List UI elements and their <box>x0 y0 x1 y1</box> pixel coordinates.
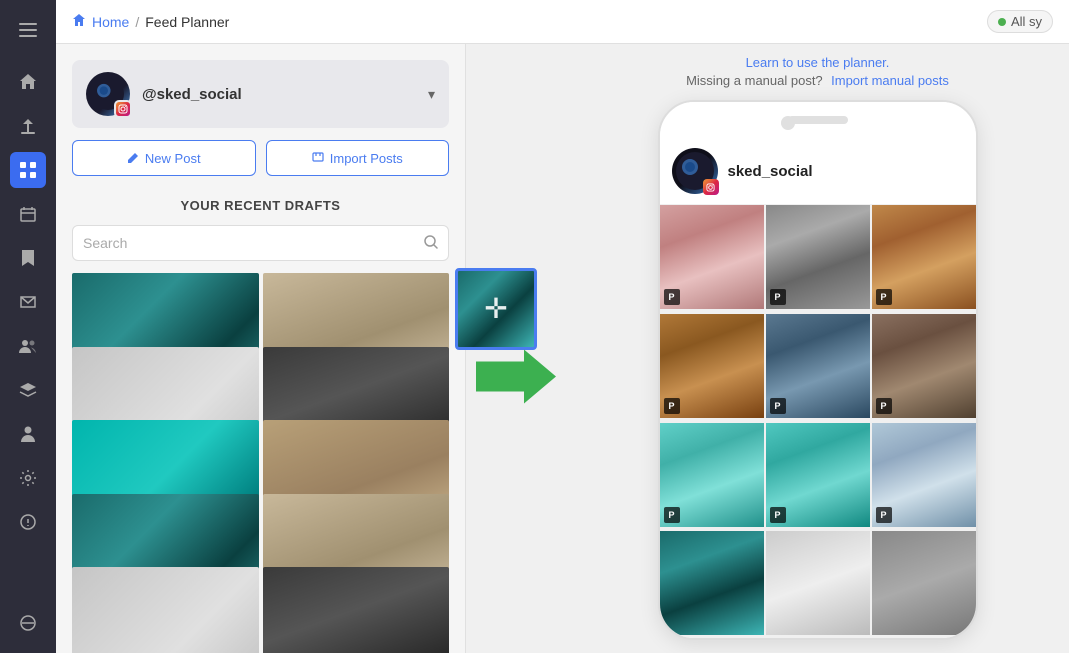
breadcrumb-current: Feed Planner <box>145 14 229 30</box>
p-badge: P <box>664 289 680 305</box>
p-badge: P <box>876 289 892 305</box>
main-area: Home / Feed Planner All sy <box>56 0 1069 653</box>
draft-item[interactable] <box>263 567 450 653</box>
feed-cell <box>766 531 870 635</box>
account-selector[interactable]: @sked_social ▾ <box>72 60 449 128</box>
phone-instagram-badge <box>703 179 719 195</box>
breadcrumb: Home / Feed Planner <box>72 13 229 30</box>
calendar-nav-icon[interactable] <box>10 196 46 232</box>
feed-cell: P <box>766 205 870 309</box>
users-nav-icon[interactable] <box>10 328 46 364</box>
learn-link[interactable]: Learn to use the planner. <box>746 55 890 70</box>
feed-cell <box>660 531 764 635</box>
p-badge: P <box>876 507 892 523</box>
drafts-title: YOUR RECENT DRAFTS <box>56 190 465 225</box>
import-icon <box>312 152 324 164</box>
account-avatar <box>86 72 130 116</box>
drafts-section: YOUR RECENT DRAFTS <box>56 190 465 653</box>
person-nav-icon[interactable] <box>10 416 46 452</box>
search-input[interactable] <box>83 235 424 251</box>
import-link[interactable]: Import manual posts <box>831 73 949 88</box>
draft-item[interactable] <box>72 567 259 653</box>
hamburger-menu-icon[interactable] <box>10 12 46 48</box>
feed-cell: P <box>660 314 764 418</box>
new-post-button[interactable]: New Post <box>72 140 256 176</box>
feed-cell: P <box>766 314 870 418</box>
content-split: @sked_social ▾ New Post Import Posts <box>56 44 1069 653</box>
phone-username: sked_social <box>728 163 813 180</box>
grid-nav-icon[interactable] <box>10 152 46 188</box>
settings-nav-icon[interactable] <box>10 460 46 496</box>
phone-profile: sked_social <box>660 140 976 205</box>
drafts-grid <box>56 273 465 653</box>
phone-avatar <box>672 148 718 194</box>
forbidden-nav-icon[interactable] <box>10 605 46 641</box>
import-posts-button[interactable]: Import Posts <box>266 140 450 176</box>
home-icon <box>72 13 86 30</box>
right-panel: Learn to use the planner. Missing a manu… <box>566 44 1069 653</box>
feed-cell: P <box>872 314 976 418</box>
p-badge: P <box>770 398 786 414</box>
search-bar <box>72 225 449 261</box>
drag-preview-box: ✛ <box>455 268 537 350</box>
p-badge: P <box>770 289 786 305</box>
left-panel: @sked_social ▾ New Post Import Posts <box>56 44 466 653</box>
top-hint: Learn to use the planner. Missing a manu… <box>686 54 949 90</box>
middle-area: ✛ <box>466 44 566 653</box>
phone-top <box>660 102 976 140</box>
home-nav-icon[interactable] <box>10 64 46 100</box>
top-bar: Home / Feed Planner All sy <box>56 0 1069 44</box>
missing-text: Missing a manual post? <box>686 73 823 88</box>
edit-icon <box>127 152 139 164</box>
warning-nav-icon[interactable] <box>10 504 46 540</box>
feed-cell: P <box>660 205 764 309</box>
right-arrow-icon <box>476 349 556 403</box>
upload-nav-icon[interactable] <box>10 108 46 144</box>
chevron-down-icon: ▾ <box>428 86 435 103</box>
bookmark-nav-icon[interactable] <box>10 240 46 276</box>
sync-dot <box>998 18 1006 26</box>
p-badge: P <box>664 398 680 414</box>
phone-mockup: sked_social P P P P <box>658 100 978 640</box>
feed-cell: P <box>660 423 764 527</box>
breadcrumb-home[interactable]: Home <box>92 14 129 30</box>
layers-nav-icon[interactable] <box>10 372 46 408</box>
search-icon[interactable] <box>424 235 438 252</box>
sync-label: All sy <box>1011 14 1042 29</box>
phone-feed: P P P P P P <box>660 205 976 638</box>
feed-cell <box>872 531 976 635</box>
p-badge: P <box>770 507 786 523</box>
sync-status: All sy <box>987 10 1053 33</box>
feed-cell: P <box>872 423 976 527</box>
left-nav <box>0 0 56 653</box>
crosshair-icon: ✛ <box>484 292 507 325</box>
drag-preview: ✛ <box>455 268 537 350</box>
inbox-nav-icon[interactable] <box>10 284 46 320</box>
p-badge: P <box>876 398 892 414</box>
feed-cell: P <box>872 205 976 309</box>
instagram-badge <box>114 100 132 118</box>
p-badge: P <box>664 507 680 523</box>
feed-cell: P <box>766 423 870 527</box>
phone-speaker <box>781 116 795 130</box>
action-buttons: New Post Import Posts <box>56 140 465 190</box>
phone-camera <box>788 116 848 124</box>
account-name: @sked_social <box>142 86 416 103</box>
breadcrumb-separator: / <box>135 14 139 30</box>
